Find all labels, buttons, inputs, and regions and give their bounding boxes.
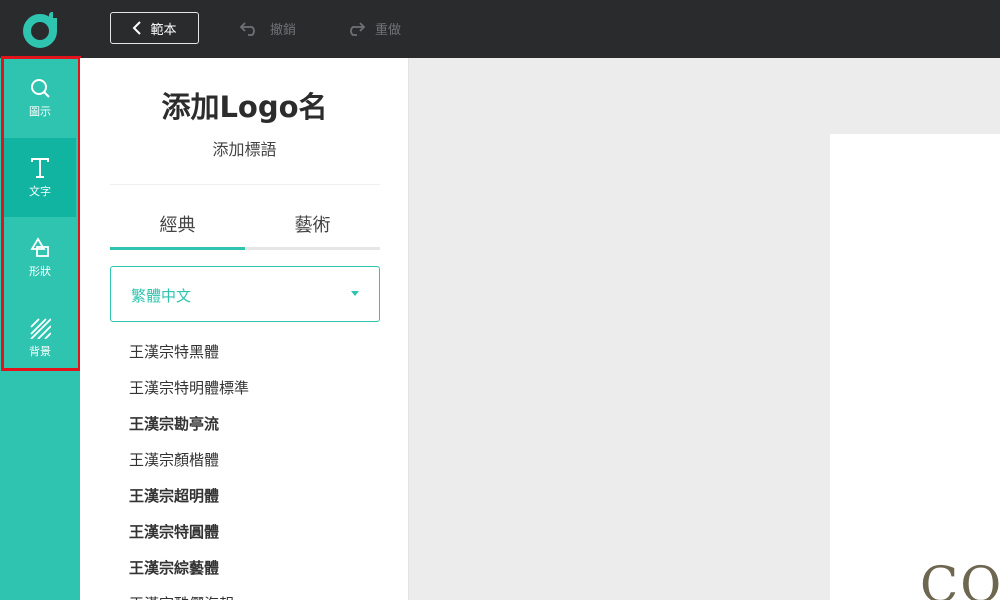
font-item[interactable]: 王漢宗顏楷體 bbox=[129, 448, 249, 484]
font-item[interactable]: 王漢宗特明體標準 bbox=[129, 376, 249, 412]
font-item[interactable]: 王漢宗特黑體 bbox=[129, 340, 249, 376]
background-icon bbox=[30, 317, 51, 339]
language-select[interactable]: 繁體中文 bbox=[110, 266, 380, 322]
rail-item-label: 形狀 bbox=[29, 264, 51, 278]
search-icon bbox=[31, 78, 50, 98]
tab-classic[interactable]: 經典 bbox=[110, 214, 245, 250]
font-item[interactable]: 王漢宗酷儷海報 bbox=[129, 592, 249, 600]
canvas-workspace: CO bbox=[409, 58, 1000, 600]
app-logo-icon[interactable] bbox=[22, 10, 60, 48]
logo-name-preview[interactable]: 添加Logo名 bbox=[80, 84, 408, 126]
font-item[interactable]: 王漢宗勘亭流 bbox=[129, 412, 249, 448]
font-list: 王漢宗特黑體 王漢宗特明體標準 王漢宗勘亭流 王漢宗顏楷體 王漢宗超明體 王漢宗… bbox=[129, 340, 249, 600]
top-bar: 範本 撤銷 重做 bbox=[0, 0, 1000, 58]
tab-artistic[interactable]: 藝術 bbox=[245, 214, 380, 250]
font-item[interactable]: 王漢宗特圓體 bbox=[129, 520, 249, 556]
rail-item-label: 文字 bbox=[29, 184, 51, 198]
caret-down-icon bbox=[351, 291, 359, 296]
redo-label: 重做 bbox=[375, 22, 402, 38]
rail-item-label: 圖示 bbox=[29, 104, 51, 118]
templates-back-button[interactable]: 範本 bbox=[110, 12, 199, 44]
rail-item-background[interactable]: 背景 bbox=[4, 298, 76, 377]
slogan-preview[interactable]: 添加標語 bbox=[80, 136, 408, 160]
templates-back-label: 範本 bbox=[150, 22, 177, 38]
rail-item-shapes[interactable]: 形狀 bbox=[4, 218, 76, 297]
redo-button[interactable]: 重做 bbox=[345, 16, 401, 40]
language-select-value: 繁體中文 bbox=[131, 287, 192, 305]
artboard-logo-text[interactable]: CO bbox=[920, 556, 1000, 600]
active-tab-indicator bbox=[110, 247, 245, 250]
redo-icon bbox=[350, 22, 365, 36]
font-item[interactable]: 王漢宗超明體 bbox=[129, 484, 249, 520]
text-icon bbox=[31, 157, 49, 178]
undo-icon bbox=[240, 22, 255, 36]
font-item[interactable]: 王漢宗綜藝體 bbox=[129, 556, 249, 592]
logo-artboard[interactable]: CO bbox=[830, 134, 1000, 600]
undo-label: 撤銷 bbox=[270, 22, 297, 38]
panel-divider bbox=[110, 184, 380, 185]
font-style-tabs: 經典 藝術 bbox=[110, 214, 380, 250]
left-tool-rail: 圖示 文字 形狀 背景 bbox=[0, 58, 80, 600]
shapes-icon bbox=[30, 236, 49, 257]
rail-item-label: 背景 bbox=[29, 344, 51, 358]
rail-item-text[interactable]: 文字 bbox=[4, 138, 76, 217]
text-panel: 添加Logo名 添加標語 經典 藝術 繁體中文 王漢宗特黑體 王漢宗特明體標準 … bbox=[80, 58, 409, 600]
undo-button[interactable]: 撤銷 bbox=[240, 16, 296, 40]
rail-item-icons[interactable]: 圖示 bbox=[4, 58, 76, 137]
chevron-left-icon bbox=[133, 21, 142, 35]
